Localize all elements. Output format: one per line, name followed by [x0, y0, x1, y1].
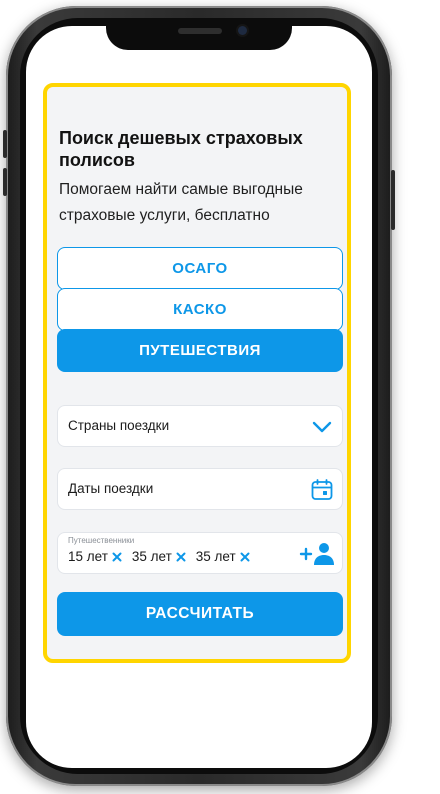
travelers-field[interactable]: Путешественники 15 лет 35 лет 35 лет — [57, 532, 343, 574]
page-subtitle: Помогаем найти самые выгодные страховые … — [59, 181, 303, 224]
countries-select[interactable]: Страны поездки — [57, 405, 343, 447]
traveler-age: 15 лет — [68, 549, 108, 564]
add-user-icon[interactable] — [298, 540, 334, 566]
insurance-search-card: Поиск дешевых страховых полисов Помогаем… — [43, 83, 351, 663]
traveler-chip: 15 лет — [68, 549, 122, 564]
tab-travel[interactable]: ПУТЕШЕСТВИЯ — [57, 329, 343, 372]
chevron-down-icon — [312, 421, 332, 433]
volume-up-button — [3, 130, 7, 158]
traveler-age: 35 лет — [195, 549, 236, 564]
travelers-label: Путешественники — [68, 536, 135, 545]
phone-notch — [106, 20, 292, 50]
close-icon[interactable] — [112, 552, 122, 562]
close-icon[interactable] — [240, 552, 250, 562]
dates-field[interactable]: Даты поездки — [57, 468, 343, 510]
volume-down-button — [3, 168, 7, 196]
traveler-chip: 35 лет — [132, 549, 186, 564]
countries-label: Страны поездки — [68, 418, 170, 433]
speaker-icon — [178, 28, 222, 34]
dates-label: Даты поездки — [68, 481, 154, 496]
close-icon[interactable] — [176, 552, 186, 562]
traveler-age: 35 лет — [131, 549, 172, 564]
page-title: Поиск дешевых страховых полисов — [59, 128, 303, 170]
power-button — [391, 170, 395, 230]
calendar-icon — [311, 479, 333, 500]
traveler-chip: 35 лет — [196, 549, 250, 564]
camera-icon — [238, 26, 247, 35]
calculate-button[interactable]: РАССЧИТАТЬ — [57, 592, 343, 636]
tab-osago[interactable]: ОСАГО — [57, 247, 343, 290]
tab-kasko[interactable]: КАСКО — [57, 288, 343, 331]
traveler-chips: 15 лет 35 лет 35 лет — [68, 549, 250, 564]
